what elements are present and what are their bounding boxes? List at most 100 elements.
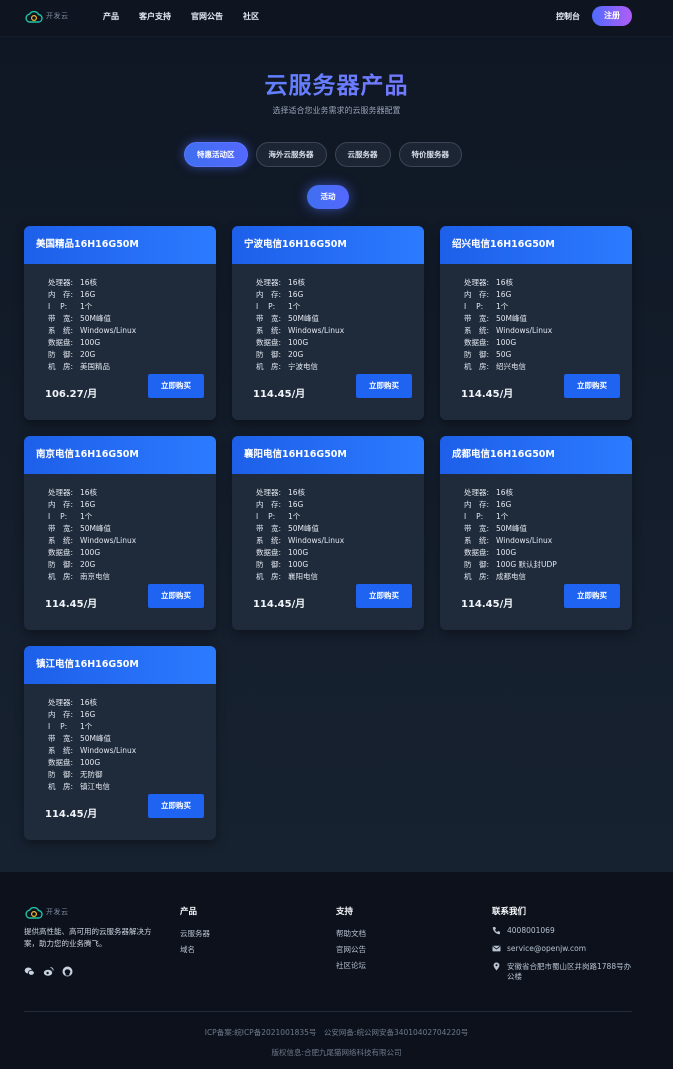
- spec-row: 防 御: 20G: [48, 559, 216, 571]
- main-nav: 产品 客户支持 官网公告 社区: [103, 11, 279, 22]
- spec-value: 1个: [288, 512, 301, 521]
- product-card: 镇江电信16H16G50M 处理器: 16核内 存: 16G I P: 1个带 宽: 50M…: [24, 646, 216, 840]
- spec-row: 防 御: 100G: [256, 559, 424, 571]
- register-button[interactable]: 注册: [592, 6, 632, 26]
- footer-link-announcements[interactable]: 官网公告: [336, 942, 366, 958]
- spec-row: 带 宽: 50M峰值: [48, 733, 216, 745]
- spec-label: 机 房:: [48, 572, 74, 581]
- spec-label: 机 房:: [464, 362, 490, 371]
- footer-logo[interactable]: 开发云: [25, 905, 69, 919]
- subtab-activity[interactable]: 活动: [307, 185, 349, 209]
- spec-value: 1个: [496, 512, 509, 521]
- product-name: 镇江电信16H16G50M: [24, 646, 216, 684]
- spec-label: 防 御:: [464, 560, 490, 569]
- copyright-text: 版权信息:合肥九尾猫网络科技有限公司: [271, 1048, 402, 1057]
- spec-label: 机 房:: [48, 362, 74, 371]
- nav-item-products[interactable]: 产品: [103, 11, 119, 22]
- spec-label: 系 统:: [48, 536, 74, 545]
- top-navbar: 开发云 产品 客户支持 官网公告 社区 控制台 注册: [0, 0, 673, 36]
- spec-row: I P: 1个: [48, 721, 216, 733]
- spec-label: I P:: [464, 302, 484, 311]
- spec-label: 处理器:: [256, 488, 282, 497]
- spec-row: 防 御: 50G: [464, 349, 632, 361]
- wechat-icon[interactable]: [24, 962, 35, 976]
- spec-row: I P: 1个: [48, 511, 216, 523]
- spec-row: 系 统: Windows/Linux: [464, 535, 632, 547]
- spec-row: 带 宽: 50M峰值: [48, 313, 216, 325]
- buy-now-button[interactable]: 立即购买: [148, 794, 204, 818]
- product-name: 南京电信16H16G50M: [24, 436, 216, 474]
- footer-contact-column: 联系我们 4008001069 service@openjw.com 安徽省合肥…: [492, 905, 632, 990]
- buy-now-button[interactable]: 立即购买: [564, 374, 620, 398]
- icp-record[interactable]: ICP备案:皖ICP备2021001835号 公安网备:皖公网安备3401040…: [0, 1027, 673, 1038]
- buy-now-button[interactable]: 立即购买: [356, 374, 412, 398]
- spec-value: 16核: [496, 278, 514, 287]
- phone-number[interactable]: 4008001069: [507, 926, 555, 936]
- spec-row: 机 房: 成都电信: [464, 571, 632, 583]
- spec-row: 机 房: 宁波电信: [256, 361, 424, 373]
- spec-value: 16G: [496, 500, 512, 509]
- product-name: 美国精品16H16G50M: [24, 226, 216, 264]
- spec-label: 内 存:: [464, 290, 490, 299]
- spec-value: 16G: [80, 290, 96, 299]
- spec-value: 16核: [288, 488, 306, 497]
- spec-row: 内 存: 16G: [464, 289, 632, 301]
- spec-value: 1个: [496, 302, 509, 311]
- page-subtitle: 选择适合您业务需求的云服务器配置: [272, 106, 401, 115]
- spec-value: Windows/Linux: [288, 326, 345, 335]
- buy-now-button[interactable]: 立即购买: [148, 584, 204, 608]
- spec-value: 16G: [496, 290, 512, 299]
- spec-row: 系 统: Windows/Linux: [48, 535, 216, 547]
- product-card: 成都电信16H16G50M 处理器: 16核内 存: 16G I P: 1个带 宽: 50M…: [440, 436, 632, 630]
- spec-row: 内 存: 16G: [256, 499, 424, 511]
- footer-divider: [24, 1011, 632, 1012]
- spec-label: 带 宽:: [256, 314, 282, 323]
- spec-value: 1个: [80, 722, 93, 731]
- spec-label: 系 统:: [256, 326, 282, 335]
- spec-value: 20G: [80, 560, 96, 569]
- spec-label: 内 存:: [48, 710, 74, 719]
- spec-value: 16核: [80, 698, 98, 707]
- buy-now-button[interactable]: 立即购买: [356, 584, 412, 608]
- spec-value: 1个: [80, 302, 93, 311]
- footer-description: 提供高性能、高可用的云服务器解决方案，助力您的业务腾飞。: [24, 927, 152, 948]
- buy-now-button[interactable]: 立即购买: [148, 374, 204, 398]
- spec-value: 16核: [288, 278, 306, 287]
- console-link[interactable]: 控制台: [556, 11, 580, 22]
- weibo-icon[interactable]: [43, 962, 54, 976]
- product-specs: 处理器: 16核内 存: 16G I P: 1个带 宽: 50M峰值系 统: Windows…: [440, 474, 632, 583]
- spec-value: 16核: [496, 488, 514, 497]
- spec-label: I P:: [48, 302, 68, 311]
- spec-label: 带 宽:: [464, 524, 490, 533]
- product-specs: 处理器: 16核内 存: 16G I P: 1个带 宽: 50M峰值系 统: Windows…: [232, 264, 424, 373]
- github-icon[interactable]: [62, 962, 73, 977]
- buy-now-button[interactable]: 立即购买: [564, 584, 620, 608]
- spec-label: 带 宽:: [48, 734, 74, 743]
- tab-cloud-servers[interactable]: 云服务器: [334, 142, 391, 167]
- spec-row: 处理器: 16核: [256, 277, 424, 289]
- footer-link-help-docs[interactable]: 帮助文档: [336, 926, 366, 942]
- spec-label: 防 御:: [256, 350, 282, 359]
- nav-item-community[interactable]: 社区: [243, 11, 259, 22]
- tab-special-offers[interactable]: 特惠活动区: [184, 142, 248, 167]
- footer-link-cloud-servers[interactable]: 云服务器: [180, 926, 210, 942]
- nav-item-announcements[interactable]: 官网公告: [191, 11, 223, 22]
- spec-label: 数据盘:: [464, 548, 490, 557]
- spec-label: 机 房:: [464, 572, 490, 581]
- nav-item-support[interactable]: 客户支持: [139, 11, 171, 22]
- spec-row: I P: 1个: [256, 511, 424, 523]
- site-logo[interactable]: 开发云: [25, 9, 69, 23]
- spec-value: Windows/Linux: [288, 536, 345, 545]
- tab-discount-servers[interactable]: 特价服务器: [398, 142, 462, 167]
- email-address[interactable]: service@openjw.com: [507, 944, 586, 954]
- footer-link-forum[interactable]: 社区论坛: [336, 958, 366, 974]
- spec-value: 50M峰值: [496, 314, 528, 323]
- spec-value: 50M峰值: [80, 734, 112, 743]
- tab-overseas-servers[interactable]: 海外云服务器: [255, 142, 327, 167]
- spec-label: 带 宽:: [48, 524, 74, 533]
- spec-value: 50M峰值: [496, 524, 528, 533]
- spec-label: 数据盘:: [48, 338, 74, 347]
- footer-link-domains[interactable]: 域名: [180, 942, 210, 958]
- email-icon: [492, 944, 501, 953]
- spec-label: 防 御:: [48, 770, 74, 779]
